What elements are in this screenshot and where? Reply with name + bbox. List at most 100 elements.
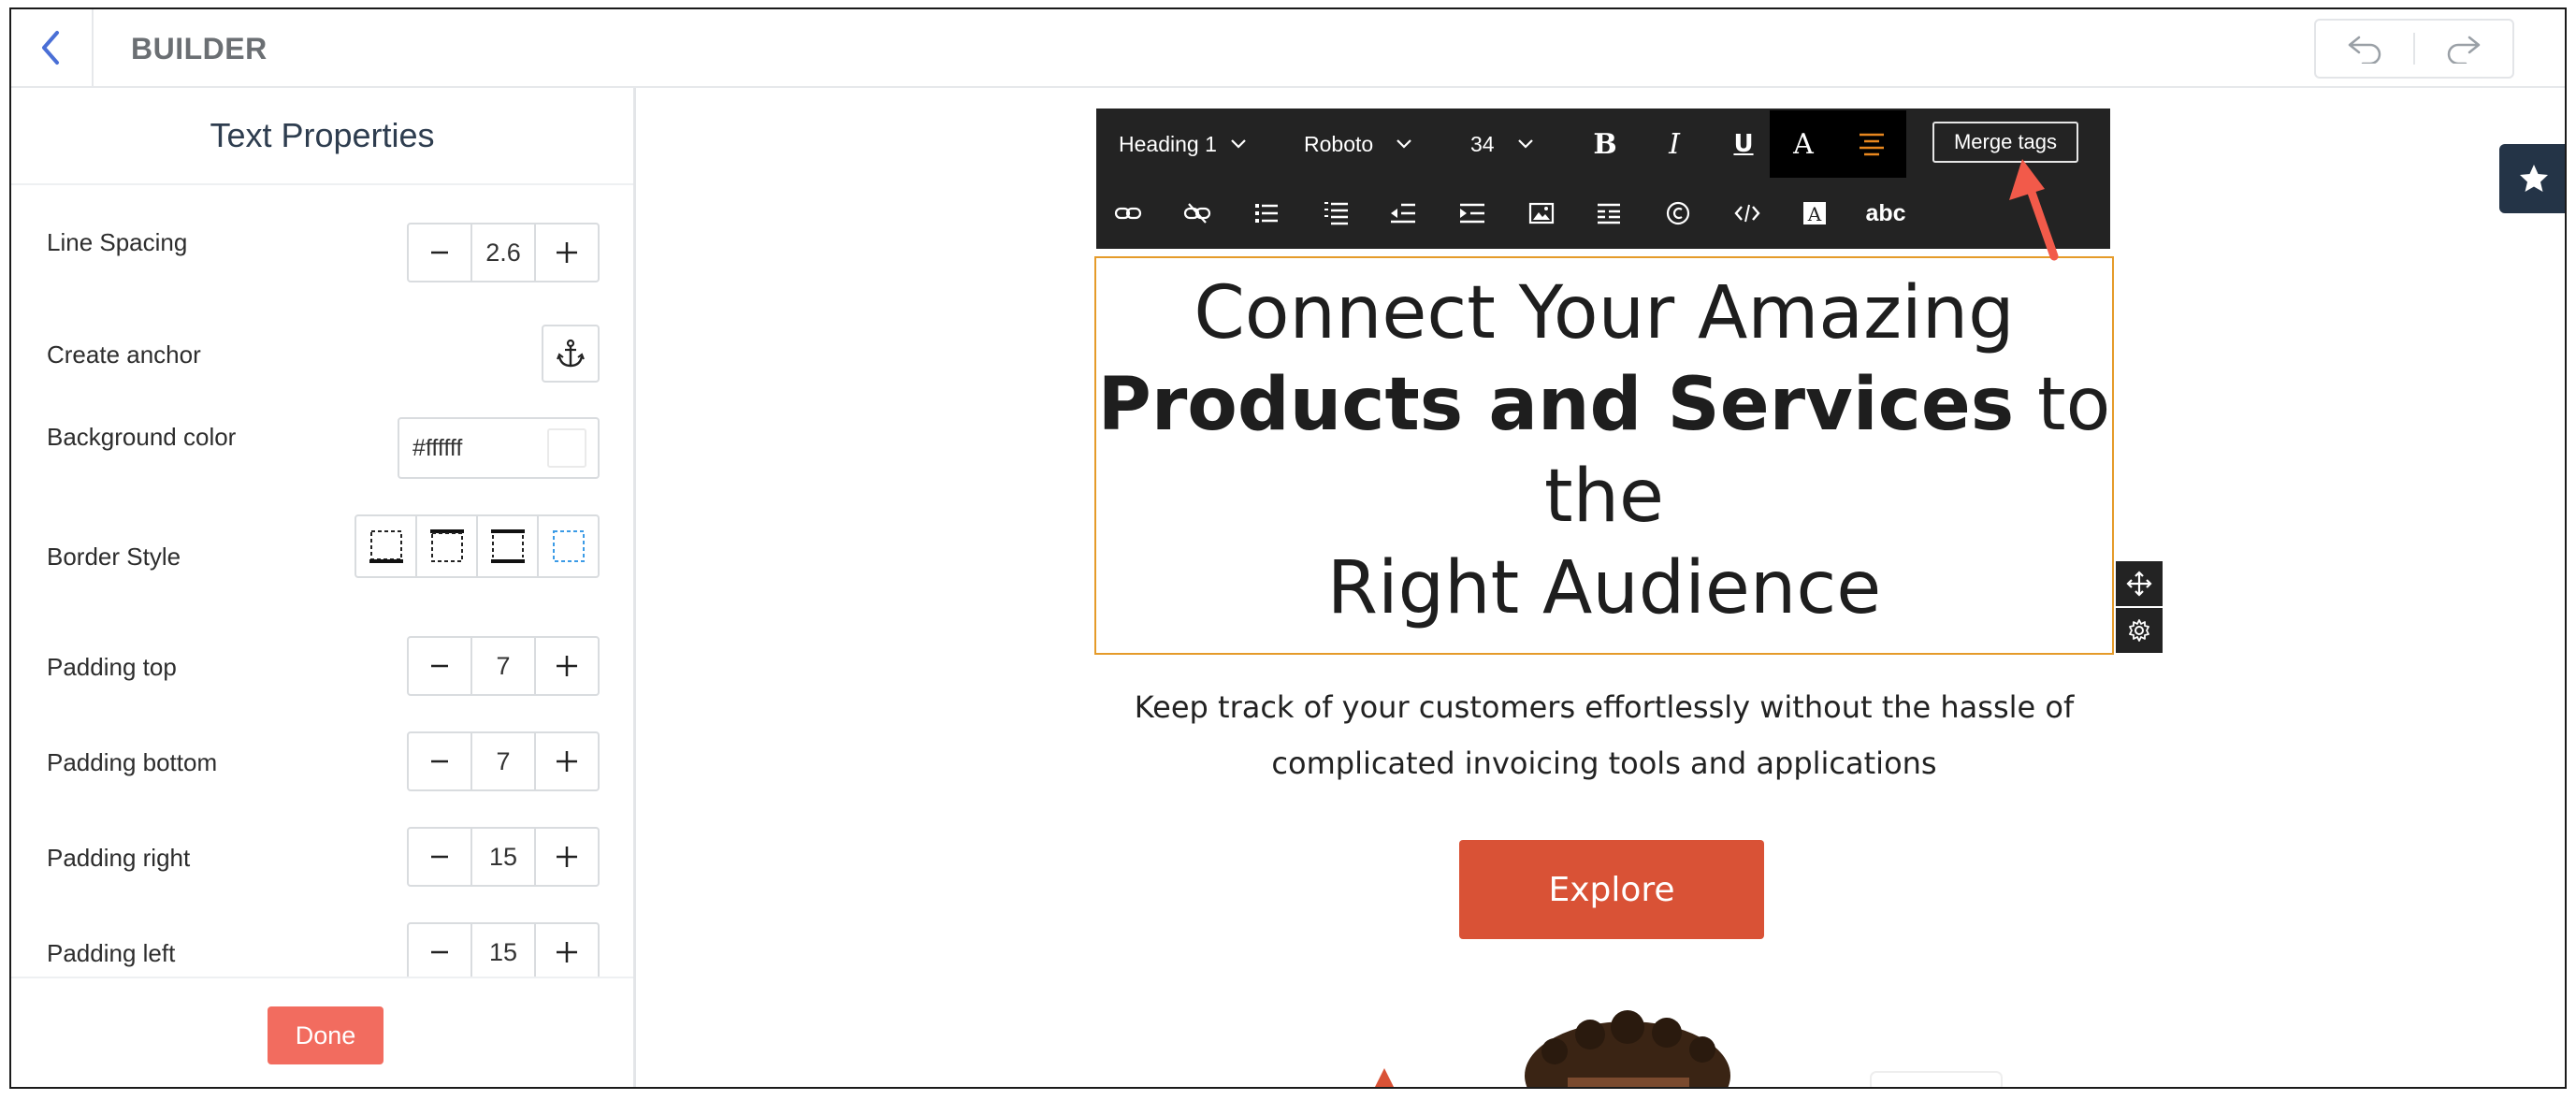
unlink-button[interactable] bbox=[1169, 180, 1225, 247]
heading-text[interactable]: Connect Your Amazing Products and Servic… bbox=[1096, 268, 2112, 634]
chevron-down-icon bbox=[1397, 139, 1411, 149]
chevron-down-icon bbox=[1231, 139, 1246, 149]
block-settings-button[interactable] bbox=[2116, 608, 2163, 653]
minus-icon bbox=[431, 664, 448, 668]
block-type-dropdown[interactable]: Heading 1 bbox=[1119, 110, 1247, 178]
italic-button[interactable]: I bbox=[1646, 110, 1702, 178]
font-family-dropdown[interactable]: Roboto bbox=[1304, 110, 1412, 178]
padding-left-value[interactable]: 15 bbox=[470, 924, 536, 980]
hero-image[interactable] bbox=[1310, 1006, 2020, 1087]
explore-button[interactable]: Explore bbox=[1459, 840, 1764, 939]
numbered-list-icon bbox=[1324, 202, 1348, 225]
move-block-button[interactable] bbox=[2116, 561, 2163, 606]
line-spacing-increment-button[interactable] bbox=[536, 224, 598, 281]
merge-tags-button[interactable]: Merge tags bbox=[1932, 122, 2078, 163]
heading-line-1: Connect Your Amazing bbox=[1194, 271, 2015, 355]
line-spacing-decrement-button[interactable] bbox=[409, 224, 470, 281]
outdent-button[interactable] bbox=[1375, 180, 1431, 247]
app-window: BUILDER Text Properties Line Spacing 2.6… bbox=[9, 7, 2567, 1089]
back-button[interactable] bbox=[11, 9, 94, 86]
padding-bottom-decrement-button[interactable] bbox=[409, 733, 470, 789]
favorite-button[interactable] bbox=[2499, 144, 2565, 213]
text-background-icon: A bbox=[1803, 202, 1826, 225]
padding-right-decrement-button[interactable] bbox=[409, 829, 470, 885]
font-size-dropdown[interactable]: 34 bbox=[1470, 110, 1534, 178]
padding-top-value[interactable]: 7 bbox=[470, 638, 536, 694]
padding-top-stepper: 7 bbox=[407, 636, 600, 696]
padding-bottom-value[interactable]: 7 bbox=[470, 733, 536, 789]
line-spacing-value[interactable]: 2.6 bbox=[470, 224, 536, 281]
background-color-label: Background color bbox=[47, 423, 237, 451]
border-style-group bbox=[355, 514, 600, 578]
spell-check-icon: abc bbox=[1865, 199, 1906, 226]
padding-bottom-stepper: 7 bbox=[407, 731, 600, 791]
padding-bottom-label: Padding bottom bbox=[47, 748, 218, 776]
padding-top-decrement-button[interactable] bbox=[409, 638, 470, 694]
padding-left-label: Padding left bbox=[47, 939, 176, 967]
insert-table-button[interactable] bbox=[1581, 180, 1637, 247]
padding-top-increment-button[interactable] bbox=[536, 638, 598, 694]
heading-block-selected[interactable]: Connect Your Amazing Products and Servic… bbox=[1094, 256, 2114, 655]
padding-right-increment-button[interactable] bbox=[536, 829, 598, 885]
bulleted-list-icon bbox=[1255, 204, 1278, 223]
spell-check-button[interactable]: abc bbox=[1848, 180, 1923, 247]
padding-left-decrement-button[interactable] bbox=[409, 924, 470, 980]
redo-button[interactable] bbox=[2415, 21, 2512, 77]
plus-icon bbox=[557, 656, 577, 676]
border-bottom-icon bbox=[369, 530, 403, 563]
background-color-input[interactable] bbox=[412, 434, 543, 462]
underline-button[interactable]: U bbox=[1715, 110, 1772, 178]
border-top-bottom-icon bbox=[490, 529, 525, 563]
text-color-icon: A bbox=[1793, 127, 1814, 161]
done-button[interactable]: Done bbox=[268, 1006, 384, 1064]
body-paragraph[interactable]: Keep track of your customers effortlessl… bbox=[1094, 679, 2114, 791]
toolbar-row-formatting: Heading 1 Roboto 34 B I U A Merge tags bbox=[1096, 110, 2110, 178]
bold-button[interactable]: B bbox=[1577, 110, 1633, 178]
undo-icon bbox=[2348, 36, 2381, 64]
border-style-option-bottom[interactable] bbox=[356, 516, 417, 576]
padding-left-increment-button[interactable] bbox=[536, 924, 598, 980]
background-color-swatch[interactable] bbox=[547, 428, 586, 468]
text-background-color-button[interactable]: A bbox=[1787, 180, 1843, 247]
insert-link-button[interactable] bbox=[1100, 180, 1156, 247]
body-paragraph-line-2: complicated invoicing tools and applicat… bbox=[1271, 745, 1937, 781]
border-style-option-all[interactable] bbox=[539, 516, 598, 576]
create-anchor-button[interactable] bbox=[542, 325, 600, 383]
text-color-button[interactable]: A bbox=[1770, 110, 1837, 178]
page-title: BUILDER bbox=[131, 32, 268, 65]
padding-right-value[interactable]: 15 bbox=[470, 829, 536, 885]
code-icon bbox=[1734, 204, 1760, 223]
padding-top-label: Padding top bbox=[47, 653, 177, 681]
outdent-icon bbox=[1391, 203, 1415, 224]
border-style-label: Border Style bbox=[47, 543, 181, 571]
padding-right-label: Padding right bbox=[47, 844, 191, 872]
editor-canvas: Heading 1 Roboto 34 B I U A Merge tags A… bbox=[636, 88, 2565, 1087]
source-code-button[interactable] bbox=[1719, 180, 1775, 247]
plus-icon bbox=[557, 242, 577, 263]
italic-icon: I bbox=[1669, 127, 1680, 161]
redo-icon bbox=[2447, 36, 2481, 64]
heading-line-2: Products and Services to bbox=[1096, 359, 2112, 451]
anchor-icon bbox=[557, 339, 585, 368]
padding-bottom-increment-button[interactable] bbox=[536, 733, 598, 789]
padding-right-stepper: 15 bbox=[407, 827, 600, 887]
heading-line-3: the bbox=[1543, 455, 1664, 539]
bulleted-list-button[interactable] bbox=[1238, 180, 1295, 247]
block-type-value: Heading 1 bbox=[1119, 131, 1217, 156]
border-style-option-top-bottom[interactable] bbox=[478, 516, 539, 576]
heading-line-4: Right Audience bbox=[1326, 546, 1882, 630]
indent-button[interactable] bbox=[1444, 180, 1500, 247]
undo-button[interactable] bbox=[2316, 21, 2413, 77]
numbered-list-button[interactable] bbox=[1308, 180, 1364, 247]
align-center-button[interactable] bbox=[1837, 110, 1906, 178]
create-anchor-label: Create anchor bbox=[47, 340, 201, 369]
text-properties-panel: Text Properties Line Spacing 2.6 Create … bbox=[11, 88, 636, 1087]
move-icon bbox=[2126, 571, 2152, 597]
minus-icon bbox=[431, 855, 448, 859]
minus-icon bbox=[431, 251, 448, 254]
insert-image-button[interactable] bbox=[1513, 180, 1570, 247]
border-style-option-top[interactable] bbox=[417, 516, 478, 576]
gear-icon bbox=[2129, 619, 2149, 642]
heading-line-2-rest: to bbox=[2014, 363, 2111, 447]
insert-special-character-button[interactable] bbox=[1650, 180, 1706, 247]
